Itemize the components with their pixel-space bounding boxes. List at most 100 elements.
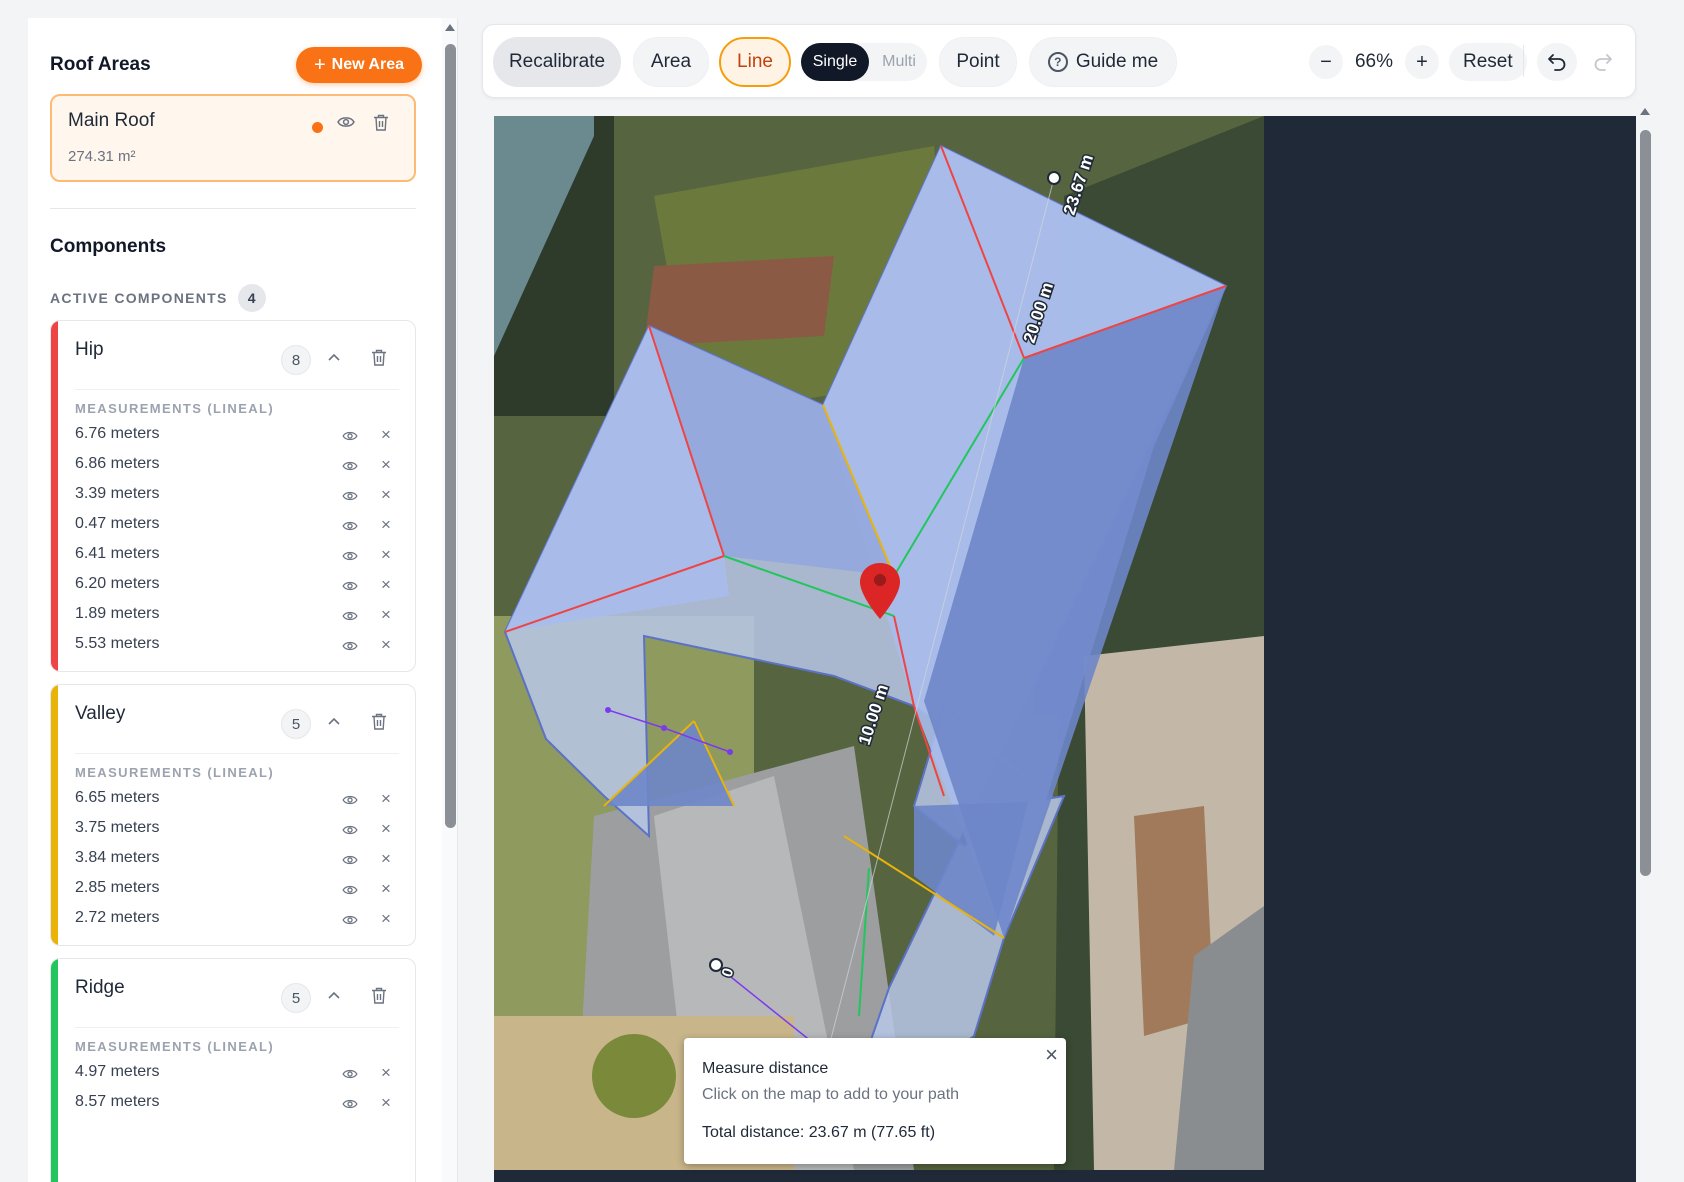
measurements-header: MEASUREMENTS (LINEAL) <box>75 1039 275 1054</box>
recalibrate-button[interactable]: Recalibrate <box>493 37 621 87</box>
measurement-row: 2.72 meters × <box>75 903 401 935</box>
close-icon[interactable]: × <box>381 515 391 535</box>
close-icon[interactable]: × <box>381 425 391 445</box>
component-count-badge: 5 <box>281 709 311 739</box>
measurement-value: 2.72 meters <box>75 909 160 926</box>
close-icon[interactable]: × <box>381 1063 391 1083</box>
measurement-row: 8.57 meters × <box>75 1087 401 1119</box>
eye-icon[interactable] <box>342 883 358 901</box>
popup-total-distance: Total distance: 23.67 m (77.65 ft) <box>702 1124 936 1141</box>
measurement-row: 6.86 meters × <box>75 449 401 481</box>
close-icon[interactable]: × <box>381 485 391 505</box>
trash-icon[interactable] <box>371 713 387 735</box>
section-divider <box>50 208 416 209</box>
redo-icon[interactable] <box>1583 43 1623 81</box>
sidebar-scrollbar[interactable] <box>442 18 457 1182</box>
close-icon[interactable]: × <box>381 455 391 475</box>
eye-icon[interactable] <box>342 639 358 657</box>
line-mode-toggle: Single Multi <box>801 43 927 81</box>
close-icon[interactable]: × <box>381 635 391 655</box>
new-area-label: New Area <box>331 56 404 73</box>
eye-icon[interactable] <box>342 1067 358 1085</box>
close-icon[interactable]: × <box>381 545 391 565</box>
eye-icon[interactable] <box>342 853 358 871</box>
eye-icon[interactable] <box>342 793 358 811</box>
scrollbar-thumb[interactable] <box>1640 130 1651 876</box>
undo-icon[interactable] <box>1537 43 1577 81</box>
chevron-up-icon[interactable] <box>327 987 341 1005</box>
map-toolbar: Recalibrate Area Line Single Multi Point… <box>482 24 1636 98</box>
eye-icon[interactable] <box>342 913 358 931</box>
zoom-in-button[interactable]: + <box>1405 45 1439 79</box>
map-scrollbar[interactable] <box>1636 106 1654 1182</box>
component-card-valley[interactable]: Valley 5 MEASUREMENTS (LINEAL) 6.65 mete… <box>50 684 416 946</box>
measurements-header: MEASUREMENTS (LINEAL) <box>75 765 275 780</box>
map-viewport[interactable]: 23.67 m 20.00 m 10.00 m 0 <box>494 116 1636 1182</box>
component-color-stripe <box>51 959 58 1182</box>
active-components-label: ACTIVE COMPONENTS <box>50 290 228 306</box>
multi-mode-option[interactable]: Multi <box>873 43 925 81</box>
close-icon[interactable]: × <box>381 849 391 869</box>
close-icon[interactable]: × <box>381 575 391 595</box>
reset-zoom-button[interactable]: Reset <box>1449 43 1527 81</box>
close-icon[interactable]: × <box>381 789 391 809</box>
close-icon[interactable]: × <box>381 879 391 899</box>
point-tool-button[interactable]: Point <box>939 37 1017 87</box>
guide-me-button[interactable]: ? Guide me <box>1029 37 1177 87</box>
measurement-value: 6.65 meters <box>75 789 160 806</box>
sidebar: Roof Areas + New Area Main Roof 274.31 m… <box>28 18 458 1182</box>
area-card-main-roof[interactable]: Main Roof 274.31 m² <box>50 94 416 182</box>
popup-title: Measure distance <box>702 1060 829 1077</box>
component-count-badge: 5 <box>281 983 311 1013</box>
measurement-value: 6.41 meters <box>75 545 160 562</box>
map-canvas[interactable]: 23.67 m 20.00 m 10.00 m 0 <box>494 116 1264 1170</box>
close-icon[interactable]: × <box>1045 1042 1058 1068</box>
trash-icon[interactable] <box>371 349 387 371</box>
eye-icon[interactable] <box>342 489 358 507</box>
card-divider <box>75 1027 399 1028</box>
help-icon: ? <box>1047 52 1068 72</box>
measurement-row: 2.85 meters × <box>75 873 401 905</box>
trash-icon[interactable] <box>371 987 387 1009</box>
eye-icon[interactable] <box>342 549 358 567</box>
eye-icon[interactable] <box>337 115 355 134</box>
eye-icon[interactable] <box>342 459 358 477</box>
scrollbar-thumb[interactable] <box>445 44 456 828</box>
close-icon[interactable]: × <box>381 819 391 839</box>
component-name: Valley <box>75 703 126 724</box>
top-hint-strip <box>0 0 1684 6</box>
new-area-button[interactable]: + New Area <box>295 47 422 83</box>
component-card-ridge[interactable]: Ridge 5 MEASUREMENTS (LINEAL) 4.97 meter… <box>50 958 416 1182</box>
measurement-row: 1.89 meters × <box>75 599 401 631</box>
eye-icon[interactable] <box>342 519 358 537</box>
chevron-up-icon[interactable] <box>327 713 341 731</box>
eye-icon[interactable] <box>342 609 358 627</box>
measurement-row: 6.65 meters × <box>75 783 401 815</box>
scroll-up-arrow-icon[interactable] <box>445 24 455 31</box>
close-icon[interactable]: × <box>381 1093 391 1113</box>
line-tool-button[interactable]: Line <box>719 37 791 87</box>
measurement-value: 3.75 meters <box>75 819 160 836</box>
area-tool-button[interactable]: Area <box>633 37 709 87</box>
measurement-value: 8.57 meters <box>75 1093 160 1110</box>
component-count-badge: 8 <box>281 345 311 375</box>
eye-icon[interactable] <box>342 429 358 447</box>
zoom-out-button[interactable]: − <box>1309 45 1343 79</box>
single-mode-option[interactable]: Single <box>801 43 869 81</box>
chevron-up-icon[interactable] <box>327 349 341 367</box>
eye-icon[interactable] <box>342 823 358 841</box>
component-name: Hip <box>75 339 104 360</box>
scroll-up-arrow-icon[interactable] <box>1640 108 1650 115</box>
close-icon[interactable]: × <box>381 909 391 929</box>
component-color-stripe <box>51 685 58 945</box>
eye-icon[interactable] <box>342 1097 358 1115</box>
roof-areas-header: Roof Areas + New Area <box>50 44 422 84</box>
close-icon[interactable]: × <box>381 605 391 625</box>
area-color-dot <box>312 122 323 133</box>
trash-icon[interactable] <box>373 114 389 136</box>
component-card-hip[interactable]: Hip 8 MEASUREMENTS (LINEAL) 6.76 meters ×… <box>50 320 416 672</box>
guide-me-label: Guide me <box>1075 51 1159 72</box>
satellite-map[interactable]: 23.67 m 20.00 m 10.00 m 0 <box>494 116 1264 1170</box>
eye-icon[interactable] <box>342 579 358 597</box>
plus-icon: + <box>313 54 326 76</box>
